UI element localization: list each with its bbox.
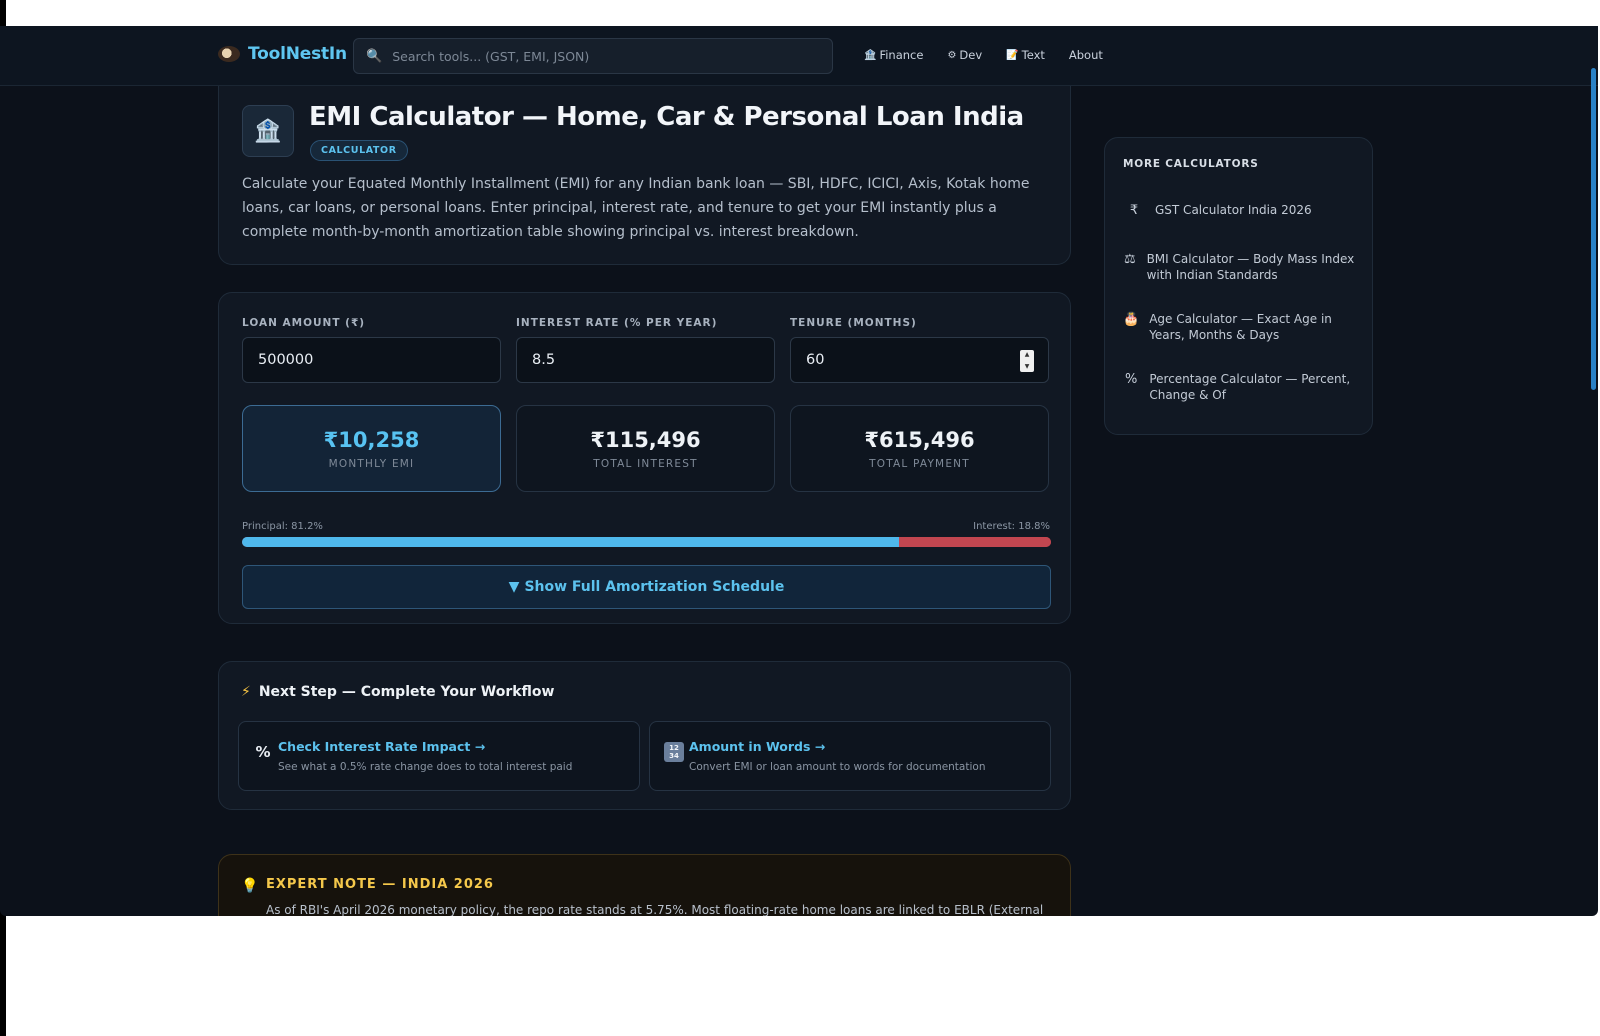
nav-dev[interactable]: ⚙ Dev xyxy=(947,48,982,62)
total-payment-value: ₹615,496 xyxy=(864,428,975,452)
next-step-card: ⚡ Next Step — Complete Your Workflow % C… xyxy=(218,661,1071,810)
sidebar-item-gst[interactable]: ₹ GST Calculator India 2026 xyxy=(1123,202,1358,218)
principal-share-label: Principal: 81.2% xyxy=(242,521,323,532)
search-input[interactable] xyxy=(392,48,793,64)
next-step-title: Next Step — Complete Your Workflow xyxy=(258,684,555,700)
nav-about[interactable]: About xyxy=(1069,48,1103,62)
nav-text[interactable]: 📝 Text xyxy=(1006,48,1045,62)
monthly-emi-result: ₹10,258 MONTHLY EMI xyxy=(242,405,501,492)
sidebar-item-label: Age Calculator — Exact Age in Years, Mon… xyxy=(1149,312,1332,342)
link-subtitle: See what a 0.5% rate change does to tota… xyxy=(278,761,573,773)
total-interest-result: ₹115,496 TOTAL INTEREST xyxy=(516,405,775,492)
monthly-emi-value: ₹10,258 xyxy=(323,428,420,452)
nav-about-label: About xyxy=(1068,48,1103,62)
monthly-emi-label: MONTHLY EMI xyxy=(328,458,415,470)
browser-viewport: ToolNestIn 🔍 🏦 Finance ⚙ Dev 📝 Text Abou… xyxy=(0,26,1598,916)
sidebar-item-label: GST Calculator India 2026 xyxy=(1155,203,1312,217)
interest-share-label: Interest: 18.8% xyxy=(973,521,1050,532)
principal-bar-segment xyxy=(242,537,899,547)
loan-amount-field[interactable] xyxy=(242,337,501,383)
total-interest-value: ₹115,496 xyxy=(590,428,701,452)
tenure-stepper[interactable]: ▲ ▼ xyxy=(1020,350,1034,372)
cake-icon: 🎂 xyxy=(1123,312,1140,327)
memo-icon: 📝 xyxy=(1006,49,1019,61)
tenure-label: TENURE (MONTHS) xyxy=(790,317,917,329)
page-title: EMI Calculator — Home, Car & Personal Lo… xyxy=(309,102,1024,132)
search-box[interactable]: 🔍 xyxy=(353,38,833,74)
loan-amount-label: LOAN AMOUNT (₹) xyxy=(242,317,366,329)
nav-dev-label: Dev xyxy=(959,48,983,62)
site-header: ToolNestIn 🔍 🏦 Finance ⚙ Dev 📝 Text Abou… xyxy=(0,26,1598,86)
stepper-up-icon[interactable]: ▲ xyxy=(1025,350,1030,360)
sidebar-item-percentage[interactable]: % Percentage Calculator — Percent, Chang… xyxy=(1123,371,1358,403)
lightning-icon: ⚡ xyxy=(241,684,251,700)
percent-icon: % xyxy=(255,743,271,761)
show-amortization-label: Show Full Amortization Schedule xyxy=(524,579,785,595)
nav-text-label: Text xyxy=(1021,48,1045,62)
sidebar-item-label: Percentage Calculator — Percent, Change … xyxy=(1149,372,1351,402)
loan-amount-input[interactable] xyxy=(243,338,500,382)
interest-rate-field[interactable] xyxy=(516,337,775,383)
nav-finance[interactable]: 🏦 Finance xyxy=(864,48,923,62)
interest-bar-segment xyxy=(898,537,1051,547)
more-calculators-sidebar: MORE CALCULATORS ₹ GST Calculator India … xyxy=(1104,137,1373,435)
sidebar-item-bmi[interactable]: ⚖ BMI Calculator — Body Mass Index with … xyxy=(1123,251,1358,283)
search-icon: 🔍 xyxy=(366,48,383,64)
interest-rate-input[interactable] xyxy=(517,338,774,382)
tool-description: Calculate your Equated Monthly Installme… xyxy=(242,176,1030,240)
interest-rate-label: INTEREST RATE (% PER YEAR) xyxy=(516,317,718,329)
next-step-heading: ⚡ Next Step — Complete Your Workflow xyxy=(241,684,554,700)
nav-finance-label: Finance xyxy=(879,48,924,62)
emi-calculator-card: LOAN AMOUNT (₹) INTEREST RATE (% PER YEA… xyxy=(218,292,1071,624)
rupee-icon: ₹ xyxy=(1129,203,1139,218)
main-nav: 🏦 Finance ⚙ Dev 📝 Text About xyxy=(864,48,1103,62)
link-subtitle: Convert EMI or loan amount to words for … xyxy=(689,761,986,773)
interest-rate-impact-link[interactable]: % Check Interest Rate Impact → See what … xyxy=(238,721,640,791)
sidebar-item-age[interactable]: 🎂 Age Calculator — Exact Age in Years, M… xyxy=(1123,311,1358,343)
total-payment-result: ₹615,496 TOTAL PAYMENT xyxy=(790,405,1049,492)
gear-icon: ⚙ xyxy=(947,49,957,61)
bank-icon: 🏦 xyxy=(864,49,877,61)
percent-icon: % xyxy=(1124,372,1138,387)
total-interest-label: TOTAL INTEREST xyxy=(593,458,698,470)
sidebar-item-label: BMI Calculator — Body Mass Index with In… xyxy=(1146,252,1355,282)
page-scrollbar-thumb[interactable] xyxy=(1591,68,1596,390)
expert-note-title: EXPERT NOTE — INDIA 2026 xyxy=(266,877,494,892)
link-title: Check Interest Rate Impact → xyxy=(278,739,486,754)
total-payment-label: TOTAL PAYMENT xyxy=(869,458,970,470)
numbers-icon: 12 34 xyxy=(664,742,684,762)
brand-logo-icon xyxy=(218,46,240,62)
stepper-down-icon[interactable]: ▼ xyxy=(1025,362,1030,372)
sidebar-title: MORE CALCULATORS xyxy=(1123,158,1259,170)
category-badge: CALCULATOR xyxy=(310,140,408,161)
brand-logo-link[interactable]: ToolNestIn xyxy=(218,44,347,64)
expert-note-card: 💡 EXPERT NOTE — INDIA 2026 As of RBI's A… xyxy=(218,854,1071,916)
tenure-input[interactable] xyxy=(791,338,1048,382)
show-amortization-button[interactable]: ▼ Show Full Amortization Schedule xyxy=(242,565,1051,609)
bank-building-icon: 🏦 xyxy=(242,105,294,157)
tenure-field[interactable]: ▲ ▼ xyxy=(790,337,1049,383)
lightbulb-icon: 💡 xyxy=(241,878,259,894)
expert-note-text: As of RBI's April 2026 monetary policy, … xyxy=(266,903,1044,916)
principal-interest-bar xyxy=(242,537,1051,547)
link-title: Amount in Words → xyxy=(689,739,826,754)
amount-in-words-link[interactable]: 12 34 Amount in Words → Convert EMI or lo… xyxy=(649,721,1051,791)
tool-header-card: 🏦 EMI Calculator — Home, Car & Personal … xyxy=(218,86,1071,265)
scales-icon: ⚖ xyxy=(1123,252,1136,267)
brand-name: ToolNestIn xyxy=(248,44,347,64)
triangle-down-icon: ▼ xyxy=(508,579,520,595)
